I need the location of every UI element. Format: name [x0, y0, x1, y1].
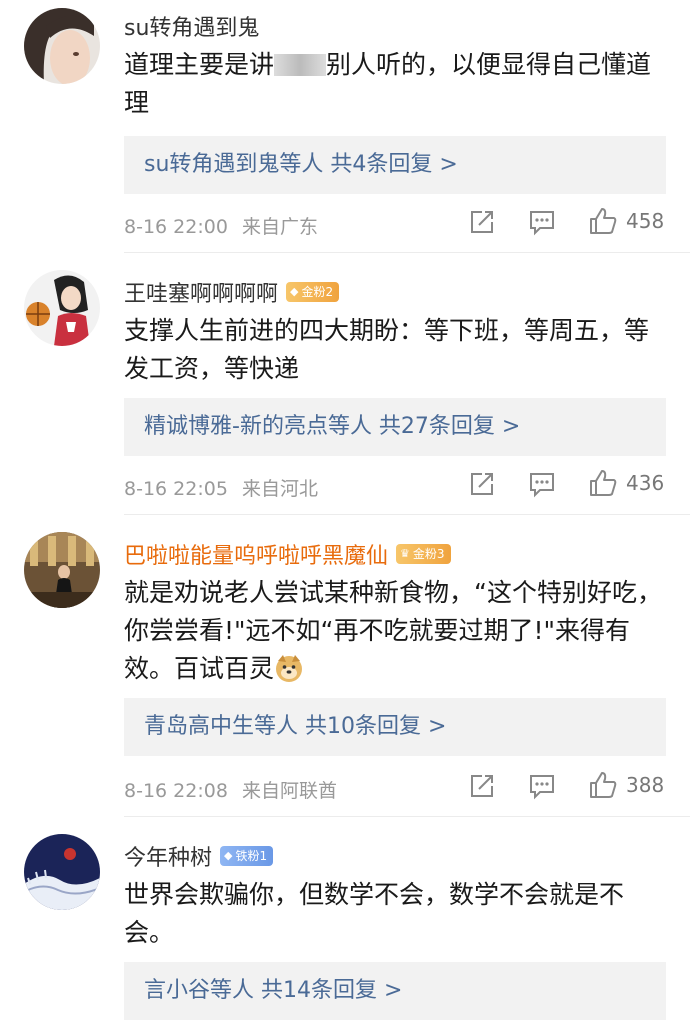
comment-text: 就是劝说老人尝试某种新食物，“这个特别好吃，你尝尝看!"远不如“再不吃就要过期了…	[124, 574, 669, 688]
comment-icon	[530, 211, 554, 236]
fan-badge-label: 铁粉1	[235, 849, 268, 863]
badge-icon: ♛	[400, 547, 410, 560]
like-count: 458	[626, 209, 665, 233]
reply-summary[interactable]: su转角遇到鬼等人 共4条回复 >	[124, 136, 666, 194]
share-button[interactable]	[468, 772, 496, 800]
reply-summary[interactable]: 青岛高中生等人 共10条回复 >	[124, 698, 666, 756]
like-count: 436	[626, 471, 665, 495]
like-icon	[590, 470, 617, 496]
share-button[interactable]	[468, 470, 496, 498]
comment-button[interactable]	[528, 470, 556, 498]
comment-text: 世界会欺骗你，但数学不会，数学不会就是不会。	[124, 880, 625, 947]
comment-text-part: 道理主要是讲	[124, 50, 275, 79]
username-row: 巴啦啦能量呜呼啦呼黑魔仙 ♛ 金粉3	[124, 538, 451, 570]
location: 来自阿联酋	[241, 780, 337, 802]
fan-badge-label: 金粉3	[412, 547, 445, 561]
share-icon	[471, 211, 493, 233]
doge-emoji-icon	[276, 655, 303, 682]
comment-meta: 8-16 22:08 来自阿联酋	[124, 776, 337, 803]
divider	[124, 816, 690, 817]
like-count: 388	[626, 773, 665, 797]
badge-icon: ◆	[224, 849, 233, 862]
location: 来自河北	[241, 478, 318, 500]
like-button[interactable]: 436	[588, 468, 664, 498]
badge-icon: ◆	[290, 285, 299, 298]
username[interactable]: su转角遇到鬼	[124, 10, 259, 42]
fan-badge[interactable]: ◆ 金粉2	[286, 282, 340, 302]
share-button[interactable]	[468, 208, 496, 236]
fan-badge[interactable]: ♛ 金粉3	[396, 544, 451, 564]
username-row: 王哇塞啊啊啊啊 ◆ 金粉2	[124, 276, 340, 308]
timestamp: 8-16 22:00	[124, 216, 228, 238]
username[interactable]: 王哇塞啊啊啊啊	[124, 276, 278, 308]
location: 来自广东	[241, 216, 318, 238]
like-icon	[590, 208, 617, 234]
avatar[interactable]	[24, 532, 100, 608]
like-button[interactable]: 458	[588, 206, 664, 236]
like-button[interactable]: 388	[588, 770, 664, 800]
comment-meta: 8-16 22:05 来自河北	[124, 474, 318, 501]
fan-badge-label: 金粉2	[301, 285, 334, 299]
divider	[124, 514, 690, 515]
comment-text: 支撑人生前进的四大期盼：等下班，等周五，等发工资，等快递	[124, 316, 650, 383]
comment-button[interactable]	[528, 772, 556, 800]
reply-summary[interactable]: 言小谷等人 共14条回复 >	[124, 962, 666, 1020]
username-row: 今年种树 ◆ 铁粉1	[124, 840, 274, 872]
share-icon	[471, 473, 493, 495]
avatar[interactable]	[24, 834, 100, 910]
mosaic-mask	[274, 54, 327, 76]
like-icon	[590, 772, 617, 798]
comment-meta: 8-16 22:00 来自广东	[124, 212, 318, 239]
timestamp: 8-16 22:08	[124, 780, 228, 802]
comment-icon	[530, 473, 554, 498]
avatar[interactable]	[24, 8, 100, 84]
share-icon	[471, 775, 493, 797]
comment-text: 道理主要是讲 别人听的，以便显得自己懂道理	[124, 46, 669, 122]
comment-icon	[530, 775, 554, 800]
avatar[interactable]	[24, 270, 100, 346]
reply-summary[interactable]: 精诚博雅-新的亮点等人 共27条回复 >	[124, 398, 666, 456]
timestamp: 8-16 22:05	[124, 478, 228, 500]
username[interactable]: 巴啦啦能量呜呼啦呼黑魔仙	[124, 538, 388, 570]
comment-button[interactable]	[528, 208, 556, 236]
divider	[124, 252, 690, 253]
fan-badge[interactable]: ◆ 铁粉1	[220, 846, 274, 866]
username[interactable]: 今年种树	[124, 840, 212, 872]
comment-text-body: 就是劝说老人尝试某种新食物，“这个特别好吃，你尝尝看!"远不如“再不吃就要过期了…	[124, 578, 662, 683]
